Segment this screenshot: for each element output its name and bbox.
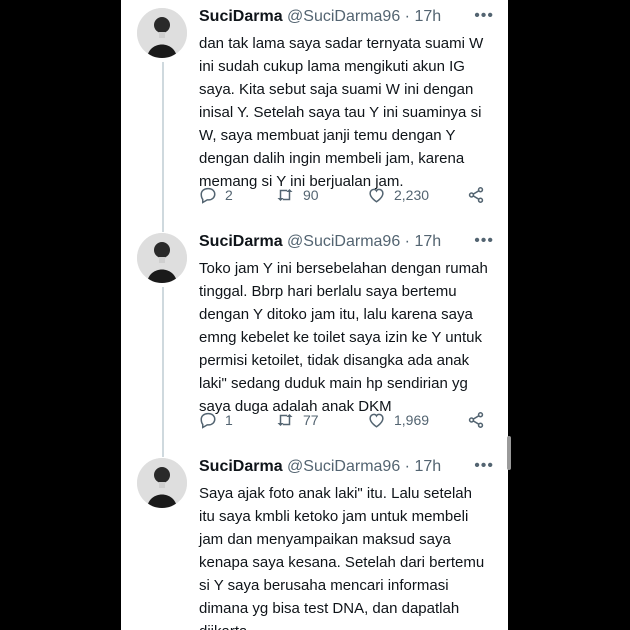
user-handle[interactable]: @SuciDarma96 xyxy=(287,233,400,250)
tweet-header: SuciDarma @SuciDarma96 · 17h xyxy=(199,233,499,255)
retweet-button[interactable]: 77 xyxy=(275,411,319,429)
share-icon xyxy=(468,412,484,428)
avatar[interactable] xyxy=(137,8,187,58)
like-count: 1,969 xyxy=(394,412,430,428)
tweet[interactable]: SuciDarma @SuciDarma96 · 17h ••• Saya aj… xyxy=(121,450,508,630)
reply-icon xyxy=(200,187,216,204)
avatar-image xyxy=(137,458,187,508)
scrollbar-thumb[interactable] xyxy=(507,436,511,470)
tweet[interactable]: SuciDarma @SuciDarma96 · 17h ••• Toko ja… xyxy=(121,225,508,450)
separator-dot: · xyxy=(404,233,410,250)
display-name[interactable]: SuciDarma xyxy=(199,8,283,25)
tweet-header: SuciDarma @SuciDarma96 · 17h xyxy=(199,458,499,480)
retweet-count: 77 xyxy=(303,412,319,428)
reply-count: 2 xyxy=(225,187,233,203)
separator-dot: · xyxy=(404,458,410,475)
thread-card: SuciDarma @SuciDarma96 · 17h ••• dan tak… xyxy=(121,0,508,630)
retweet-icon xyxy=(277,414,293,426)
share-icon xyxy=(468,187,484,203)
more-options-icon[interactable]: ••• xyxy=(474,458,494,474)
avatar[interactable] xyxy=(137,458,187,508)
tweet[interactable]: SuciDarma @SuciDarma96 · 17h ••• dan tak… xyxy=(121,0,508,225)
more-options-icon[interactable]: ••• xyxy=(474,8,494,24)
display-name[interactable]: SuciDarma xyxy=(199,458,283,475)
heart-icon xyxy=(369,188,384,203)
retweet-button[interactable]: 90 xyxy=(275,186,319,204)
heart-icon xyxy=(369,413,384,428)
tweet-actions: 1 77 1,969 xyxy=(199,411,499,435)
tweet-header: SuciDarma @SuciDarma96 · 17h xyxy=(199,8,499,30)
avatar-image xyxy=(137,233,187,283)
avatar-image xyxy=(137,8,187,58)
display-name[interactable]: SuciDarma xyxy=(199,233,283,250)
share-button[interactable] xyxy=(467,186,485,207)
retweet-count: 90 xyxy=(303,187,319,203)
reply-button[interactable]: 2 xyxy=(199,186,233,204)
like-count: 2,230 xyxy=(394,187,430,203)
reply-button[interactable]: 1 xyxy=(199,411,233,429)
tweet-actions: 2 90 2,230 xyxy=(199,186,499,210)
timestamp[interactable]: 17h xyxy=(414,8,441,25)
like-button[interactable]: 2,230 xyxy=(367,186,429,204)
timestamp[interactable]: 17h xyxy=(414,458,441,475)
retweet-icon xyxy=(277,189,293,201)
tweet-text: dan tak lama saya sadar ternyata suami W… xyxy=(199,35,484,190)
tweet-text: Saya ajak foto anak laki" itu. Lalu sete… xyxy=(199,485,485,630)
reply-icon xyxy=(200,412,216,429)
separator-dot: · xyxy=(404,8,410,25)
timestamp[interactable]: 17h xyxy=(414,233,441,250)
reply-count: 1 xyxy=(225,412,233,428)
avatar[interactable] xyxy=(137,233,187,283)
tweet-text: Toko jam Y ini bersebelahan dengan rumah… xyxy=(199,260,488,415)
user-handle[interactable]: @SuciDarma96 xyxy=(287,8,400,25)
more-options-icon[interactable]: ••• xyxy=(474,233,494,249)
like-button[interactable]: 1,969 xyxy=(367,411,429,429)
user-handle[interactable]: @SuciDarma96 xyxy=(287,458,400,475)
share-button[interactable] xyxy=(467,411,485,432)
